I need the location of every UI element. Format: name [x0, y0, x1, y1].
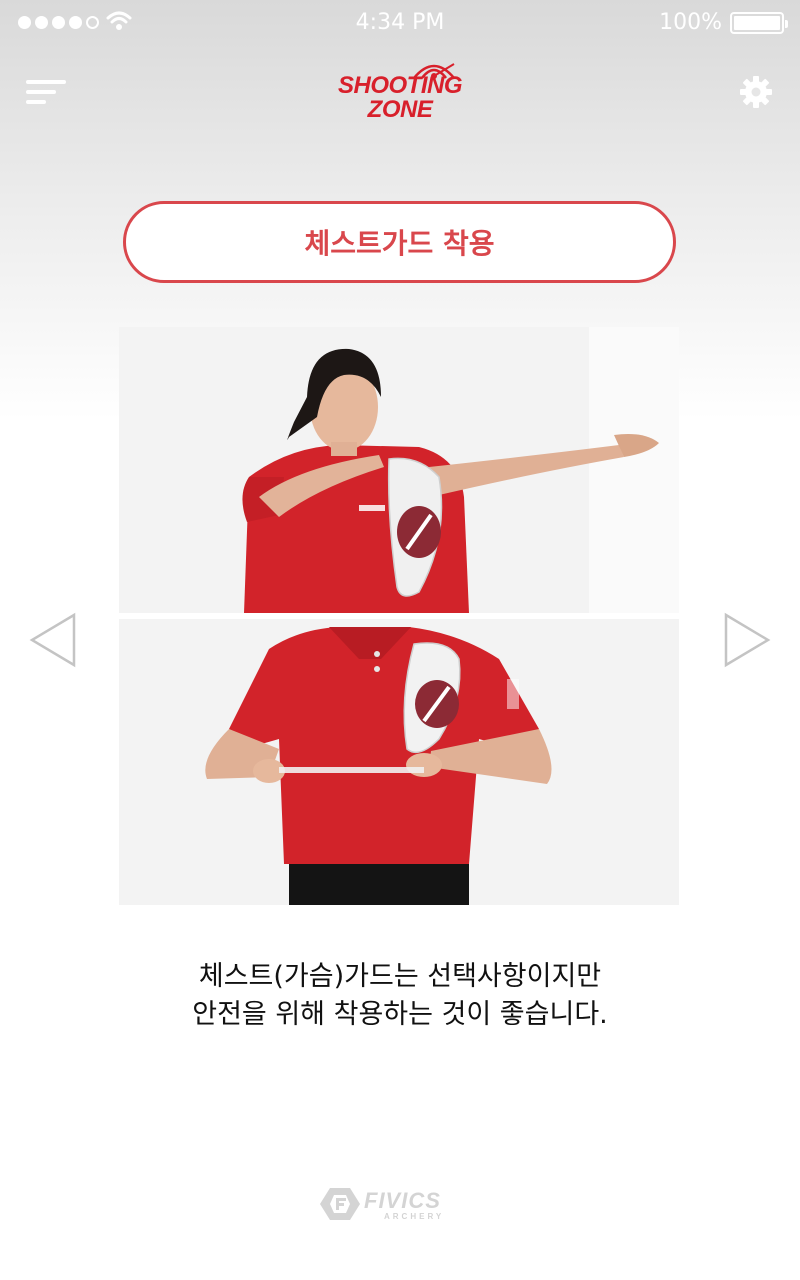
caption-line-1: 체스트(가슴)가드는 선택사항이지만	[198, 961, 602, 992]
fivics-logo: FIVICS ARCHERY	[318, 1186, 480, 1222]
hamburger-menu-icon[interactable]	[26, 78, 68, 108]
target-icon	[413, 63, 455, 79]
gear-icon[interactable]	[738, 74, 774, 110]
caption-line-2: 안전을 위해 착용하는 것이 좋습니다.	[192, 999, 608, 1030]
footer-brand: FIVICS	[364, 1188, 441, 1213]
triangle-left-icon[interactable]	[28, 612, 78, 668]
instruction-photo-2	[119, 619, 679, 905]
battery-icon	[730, 12, 788, 34]
status-bar: 4:34 PM 100%	[0, 0, 800, 46]
section-title-button[interactable]: 체스트가드 착용	[123, 201, 676, 283]
footer-brand-sub: ARCHERY	[384, 1212, 445, 1221]
instruction-caption: 체스트(가슴)가드는 선택사항이지만 안전을 위해 착용하는 것이 좋습니다.	[0, 958, 800, 1034]
instruction-photo-1	[119, 327, 679, 613]
fivics-emblem-icon	[320, 1188, 360, 1220]
logo-text-line2: ZONE	[367, 96, 433, 123]
battery-percent: 100%	[659, 10, 722, 35]
app-logo: SHOOTING ZONE	[320, 56, 480, 124]
triangle-right-icon[interactable]	[722, 612, 772, 668]
